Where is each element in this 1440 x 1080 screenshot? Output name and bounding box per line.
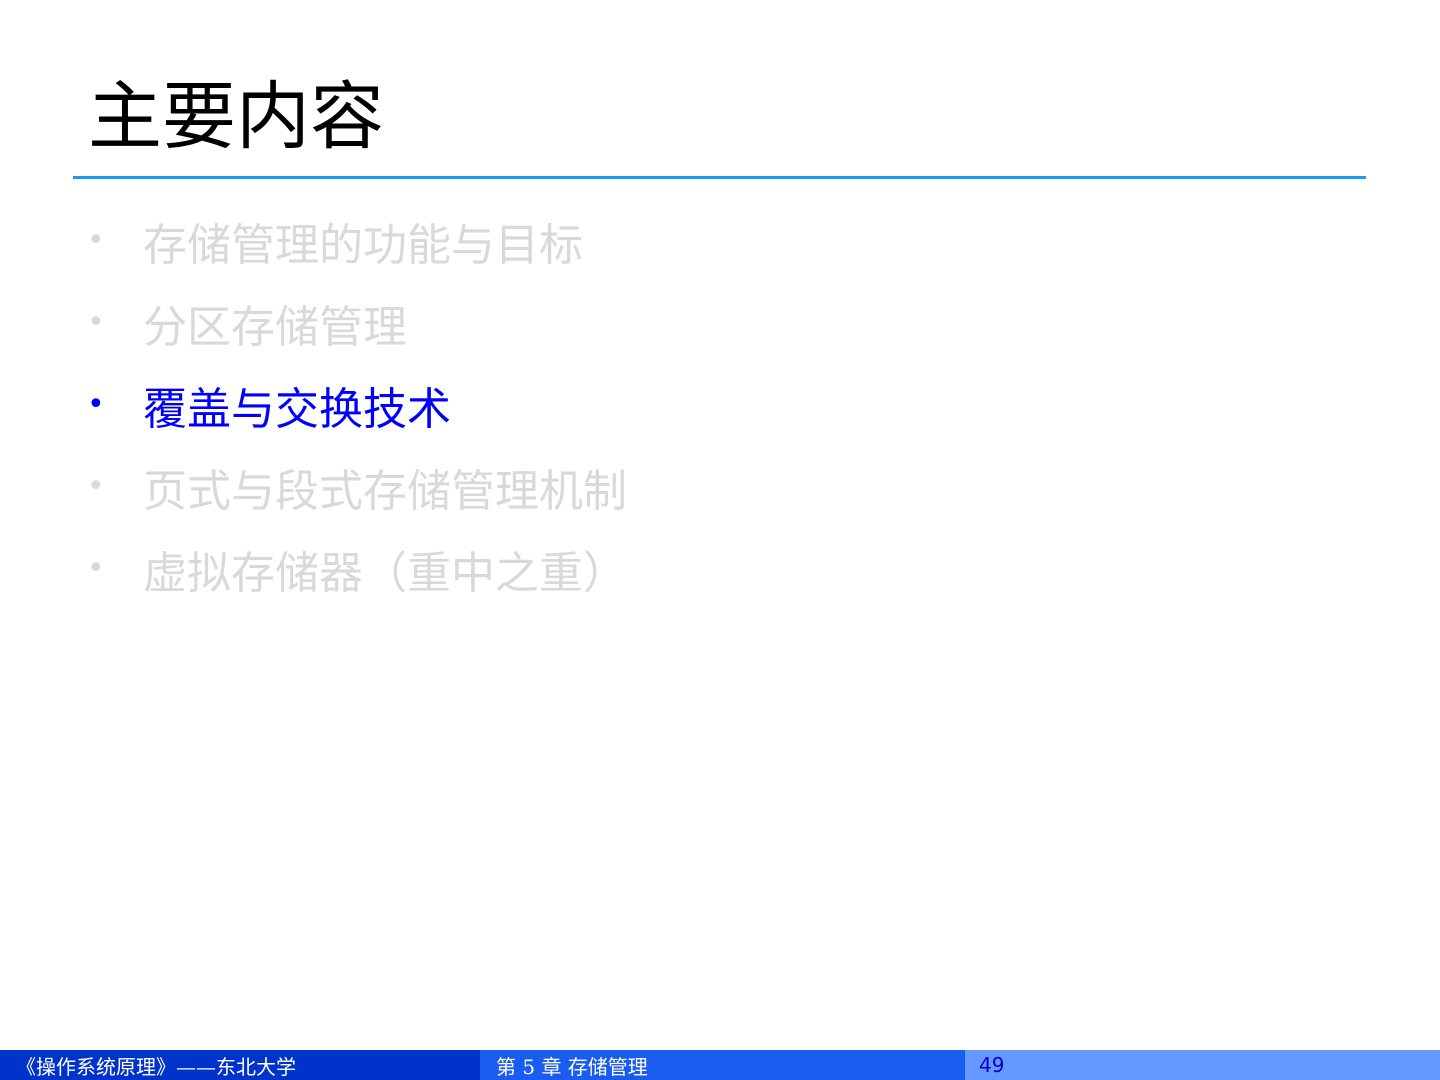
bullet-dot-icon: • [87,223,105,258]
outline-item-overlay-swap: • 覆盖与交换技术 [85,364,627,446]
outline-item-paging-segmentation: • 页式与段式存储管理机制 [85,446,627,528]
slide-title: 主要内容 [88,74,384,160]
footer-bar: 《操作系统原理》——东北大学 第 5 章 存储管理 49 [0,1050,1440,1080]
bullet-dot-icon: • [87,387,105,422]
title-divider [73,176,1366,179]
footer-chapter: 第 5 章 存储管理 [480,1050,965,1080]
outline-item-storage-goals: • 存储管理的功能与目标 [85,200,627,282]
outline-list: • 存储管理的功能与目标 • 分区存储管理 • 覆盖与交换技术 • 页式与段式存… [85,200,627,610]
outline-item-partition: • 分区存储管理 [85,282,627,364]
footer-course: 《操作系统原理》——东北大学 [0,1050,480,1080]
footer-page-number: 49 [965,1050,1440,1080]
outline-item-label: 页式与段式存储管理机制 [143,466,627,517]
outline-item-label: 虚拟存储器（重中之重） [143,548,627,599]
bullet-dot-icon: • [87,305,105,340]
outline-item-label: 分区存储管理 [143,302,407,353]
outline-item-virtual-memory: • 虚拟存储器（重中之重） [85,528,627,610]
bullet-dot-icon: • [87,551,105,586]
slide: 主要内容 • 存储管理的功能与目标 • 分区存储管理 • 覆盖与交换技术 • 页… [0,0,1440,1080]
outline-item-label: 覆盖与交换技术 [143,384,451,435]
outline-item-label: 存储管理的功能与目标 [143,220,583,271]
bullet-dot-icon: • [87,469,105,504]
